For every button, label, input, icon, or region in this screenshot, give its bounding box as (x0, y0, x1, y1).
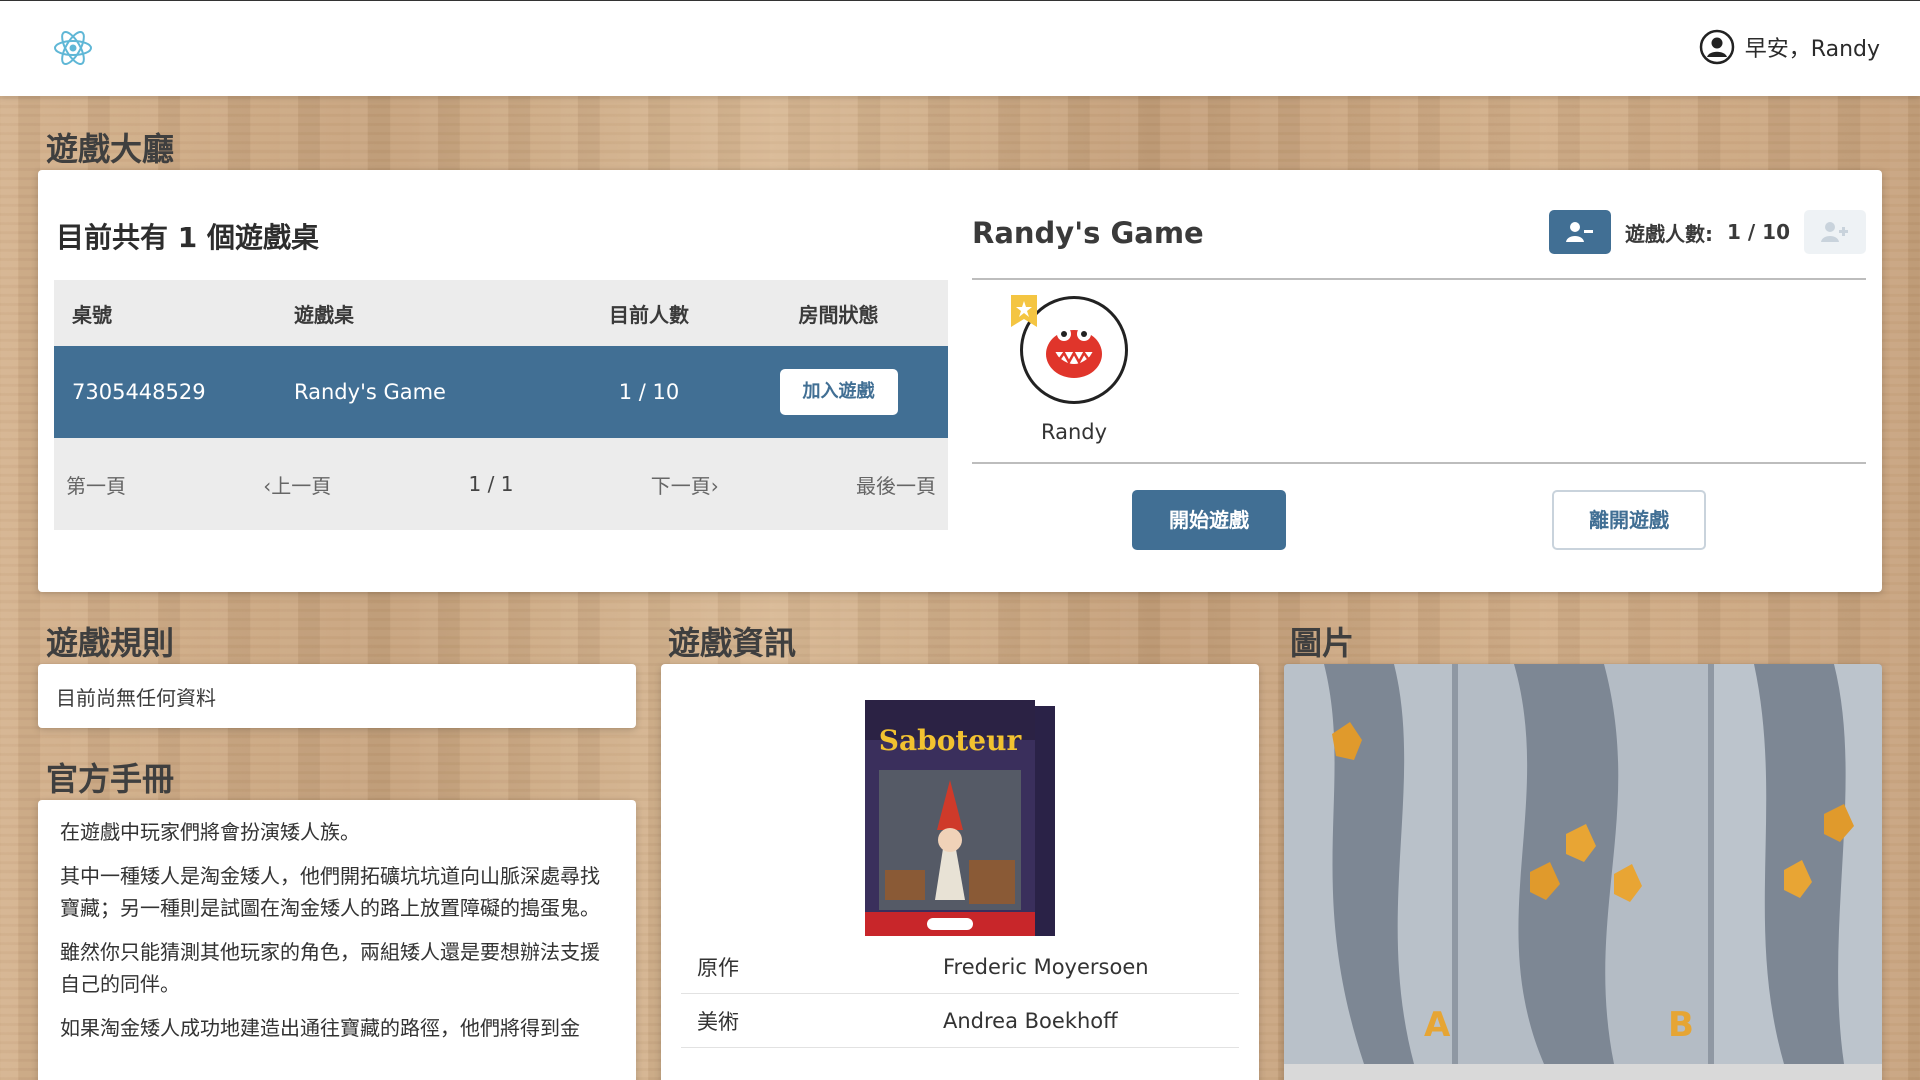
pagination: 第一頁 ‹上一頁 1 / 1 下一頁› 最後一頁 (54, 438, 948, 530)
room-divider-bottom (972, 462, 1866, 464)
table-row[interactable]: 7305448529 Randy's Game 1 / 10 加入遊戲 (54, 346, 948, 438)
table-players-cell: 1 / 10 (618, 380, 680, 404)
manual-paragraph: 其中一種矮人是淘金矮人，他們開拓礦坑坑道向山脈深處尋找寶藏；另一種則是試圖在淘金… (60, 864, 600, 920)
greeting-text: 早安，Randy (1744, 37, 1880, 62)
manual-section-title: 官方手冊 (46, 760, 175, 798)
react-atom-icon[interactable] (52, 27, 94, 69)
game-info-card: Saboteur 原作 Frederic Moyersoen 美術 Andrea… (661, 664, 1259, 1080)
info-row: 原作 Frederic Moyersoen (681, 940, 1239, 994)
user-greeting[interactable]: 早安，Randy (1699, 29, 1880, 65)
info-label: 美術 (697, 1009, 739, 1034)
last-page-link[interactable]: 最後一頁 (856, 470, 936, 499)
table-id-cell: 7305448529 (72, 380, 206, 404)
images-section-title: 圖片 (1290, 624, 1355, 662)
top-navbar: 早安，Randy (0, 0, 1920, 96)
info-row: 美術 Andrea Boekhoff (681, 994, 1239, 1048)
chevron-right-icon: › (710, 473, 719, 498)
table-header: 桌號 遊戲桌 目前人數 房間狀態 (54, 280, 948, 346)
info-section-title: 遊戲資訊 (668, 624, 797, 662)
player-name: Randy (1040, 420, 1108, 444)
rules-section-title: 遊戲規則 (46, 624, 175, 662)
leave-game-button[interactable]: 離開遊戲 (1552, 490, 1706, 550)
add-player-button[interactable] (1804, 210, 1866, 254)
info-label: 原作 (697, 955, 739, 980)
lobby-card: 目前共有 1 個遊戲桌 桌號 遊戲桌 目前人數 房間狀態 7305448529 … (38, 170, 1882, 592)
room-title: Randy's Game (972, 216, 1204, 250)
manual-paragraph: 雖然你只能猜測其他玩家的角色，兩組矮人還是要想辦法支援自己的同伴。 (60, 940, 600, 996)
next-page-label: 下一頁 (650, 473, 711, 498)
column-header-name: 遊戲桌 (294, 302, 354, 327)
player-slot: Randy (1011, 295, 1132, 444)
table-name-cell: Randy's Game (294, 380, 446, 404)
box-title-text: Saboteur (879, 724, 1023, 757)
first-page-link[interactable]: 第一頁 (66, 470, 126, 499)
game-box-image: Saboteur (865, 700, 1055, 936)
lobby-section-title: 遊戲大廳 (46, 130, 175, 168)
host-star-icon (1011, 295, 1037, 327)
room-controls: 遊戲人數: 1 / 10 (1549, 210, 1866, 254)
next-page-link[interactable]: 下一頁› (651, 470, 719, 499)
info-value: Andrea Boekhoff (943, 1008, 1118, 1033)
manual-card: 在遊戲中玩家們將會扮演矮人族。 其中一種矮人是淘金矮人，他們開拓礦坑坑道向山脈深… (38, 800, 636, 1080)
game-info-table: 原作 Frederic Moyersoen 美術 Andrea Boekhoff (681, 940, 1239, 1048)
card-letter-b: B (1668, 1005, 1694, 1045)
info-value: Frederic Moyersoen (943, 954, 1149, 979)
user-minus-icon (1566, 222, 1594, 242)
column-header-status: 房間狀態 (798, 302, 879, 327)
tunnel-cards-image[interactable]: A B (1284, 664, 1882, 1080)
remove-player-button[interactable] (1549, 210, 1612, 254)
avatar (1011, 295, 1128, 404)
rules-card: 目前尚無任何資料 (38, 664, 636, 728)
monster-avatar-icon (1046, 327, 1102, 378)
tables-count-title: 目前共有 1 個遊戲桌 (56, 221, 319, 254)
user-circle-icon (1699, 29, 1735, 65)
column-header-players: 目前人數 (609, 302, 689, 327)
prev-page-link[interactable]: ‹上一頁 (263, 470, 331, 499)
room-divider-top (972, 278, 1866, 280)
manual-paragraph: 如果淘金矮人成功地建造出通往寶藏的路徑，他們將得到金 (60, 1016, 580, 1040)
join-game-button[interactable]: 加入遊戲 (779, 369, 898, 415)
page-indicator: 1 / 1 (468, 472, 514, 496)
column-header-id: 桌號 (72, 302, 112, 327)
game-tables-table: 桌號 遊戲桌 目前人數 房間狀態 7305448529 Randy's Game… (54, 280, 948, 530)
table-status-cell: 加入遊戲 (729, 369, 948, 415)
card-letter-a: A (1424, 1005, 1451, 1045)
player-count-label: 遊戲人數: (1625, 221, 1714, 246)
manual-paragraph: 在遊戲中玩家們將會扮演矮人族。 (60, 820, 360, 844)
rules-empty-text: 目前尚無任何資料 (56, 686, 216, 710)
player-count-value: 1 / 10 (1727, 220, 1790, 244)
image-gallery-card: A B (1284, 664, 1882, 1080)
user-plus-icon (1821, 222, 1848, 242)
start-game-button[interactable]: 開始遊戲 (1132, 490, 1286, 550)
prev-page-label: 上一頁 (271, 473, 332, 498)
